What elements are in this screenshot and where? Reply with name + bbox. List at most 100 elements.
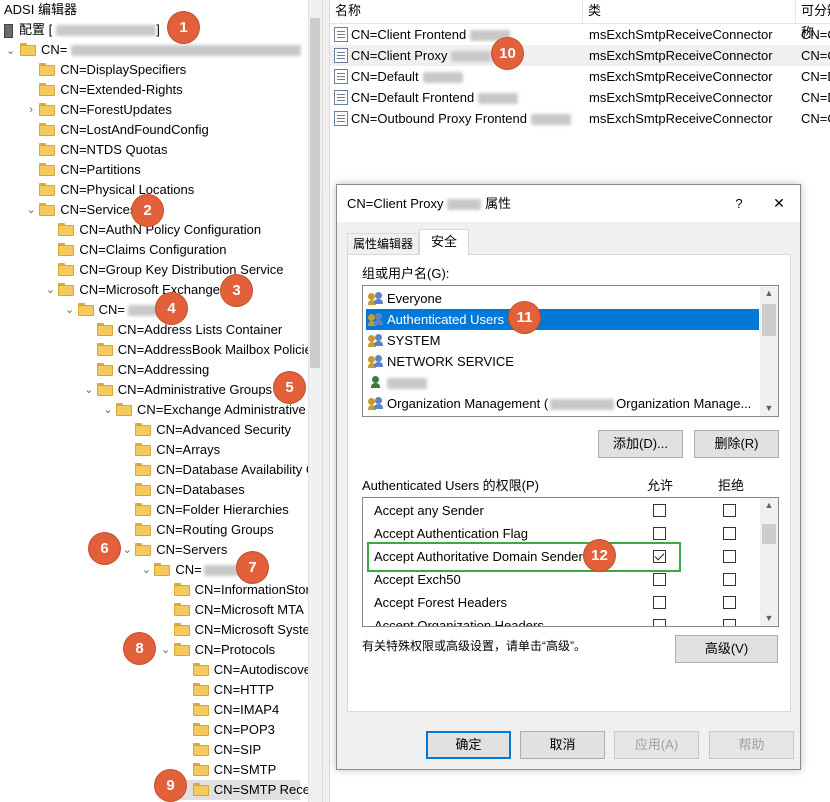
tree-label: CN=Address Lists Container: [117, 322, 283, 337]
tree-node-top[interactable]: ⌄ CN=: [6, 40, 302, 61]
tree-root-config[interactable]: 配置 []: [4, 20, 160, 40]
tree-label: CN=LostAndFoundConfig: [60, 122, 209, 137]
folder-icon: [192, 783, 209, 796]
users-listbox[interactable]: Everyone Authenticated Users SYSTEM NETWORK…: [362, 285, 779, 417]
user-list-item[interactable]: NETWORK SERVICE: [366, 351, 759, 372]
list-row[interactable]: CN=Client Proxy msExchSmtpReceiveConnecto…: [330, 45, 830, 66]
deny-checkbox[interactable]: [723, 573, 736, 586]
folder-icon: [39, 183, 56, 196]
scroll-down-icon[interactable]: ▼: [761, 613, 777, 623]
help-button[interactable]: 帮助: [709, 731, 794, 759]
perms-scrollbar[interactable]: [760, 498, 778, 626]
folder-icon: [39, 163, 56, 176]
advanced-button[interactable]: 高级(V): [675, 635, 778, 663]
group-icon: [368, 397, 384, 410]
tree-label: CN=Autodiscover: [213, 662, 316, 677]
folder-icon: [116, 403, 132, 416]
list-cell-class: msExchSmtpReceiveConnector: [589, 90, 773, 105]
users-scrollbar-thumb[interactable]: [762, 304, 776, 336]
chevron-down-icon[interactable]: ⌄: [6, 41, 18, 61]
tab-attribute-editor[interactable]: 属性编辑器: [347, 233, 419, 255]
list-cell-dn: CN=D: [801, 90, 830, 105]
chevron-down-icon[interactable]: ⌄: [25, 200, 37, 220]
column-header-class[interactable]: 类: [583, 0, 796, 24]
pane-splitter[interactable]: [322, 0, 330, 802]
scroll-up-icon[interactable]: ▲: [761, 288, 777, 298]
tree-label: CN=Group Key Distribution Service: [79, 262, 284, 277]
chevron-down-icon[interactable]: ⌄: [64, 300, 76, 320]
allow-checkbox[interactable]: [653, 527, 666, 540]
chevron-right-icon[interactable]: ›: [25, 100, 37, 120]
list-row[interactable]: CN=Outbound Proxy Frontend msExchSmtpRece…: [330, 108, 830, 129]
user-list-item[interactable]: Authenticated Users: [366, 309, 759, 330]
permission-row: Accept Organization Headers: [366, 614, 758, 627]
permission-name: Accept Forest Headers: [374, 595, 507, 610]
allow-checkbox[interactable]: [653, 619, 666, 626]
column-header-dn[interactable]: 可分辨名称: [796, 0, 830, 40]
list-cell-class: msExchSmtpReceiveConnector: [589, 111, 773, 126]
annotation-badge: 2: [132, 195, 163, 226]
folder-icon: [135, 423, 152, 436]
group-icon: [368, 355, 384, 368]
user-list-item[interactable]: [366, 372, 759, 393]
tree-pane: ADSI 编辑器 配置 [] ⌄ CN= CN=DisplaySpecifiers…: [0, 0, 322, 802]
list-row[interactable]: CN=Client Frontend msExchSmtpReceiveConne…: [330, 24, 830, 45]
permission-row: Accept any Sender: [366, 499, 758, 522]
cancel-button[interactable]: 取消: [520, 731, 605, 759]
help-icon[interactable]: ?: [731, 185, 747, 222]
add-button[interactable]: 添加(D)...: [598, 430, 683, 458]
deny-checkbox[interactable]: [723, 596, 736, 609]
chevron-down-icon[interactable]: ⌄: [102, 400, 114, 420]
scroll-down-icon[interactable]: ▼: [761, 403, 777, 413]
list-cell-name: CN=Default Frontend: [351, 87, 519, 108]
ok-button[interactable]: 确定: [426, 731, 511, 759]
scroll-up-icon[interactable]: ▲: [761, 500, 777, 510]
list-cell-dn: CN=O: [801, 111, 830, 126]
tree-label: CN=SIP: [213, 742, 262, 757]
redacted-text: [71, 45, 302, 57]
allow-checkbox[interactable]: [653, 596, 666, 609]
apply-button[interactable]: 应用(A): [614, 731, 699, 759]
chevron-down-icon[interactable]: ⌄: [44, 280, 56, 300]
chevron-down-icon[interactable]: ⌄: [160, 640, 172, 660]
close-icon[interactable]: ✕: [768, 185, 790, 222]
folder-icon: [58, 263, 75, 276]
folder-icon: [192, 663, 209, 676]
deny-checkbox[interactable]: [723, 527, 736, 540]
tree-scrollbar-thumb[interactable]: [310, 18, 320, 368]
folder-icon: [39, 103, 56, 116]
deny-checkbox[interactable]: [723, 550, 736, 563]
allow-checkbox[interactable]: [653, 504, 666, 517]
dialog-titlebar: CN=Client Proxy 属性 ? ✕: [337, 185, 800, 222]
folder-icon: [192, 763, 209, 776]
chevron-down-icon[interactable]: ⌄: [121, 540, 133, 560]
tree-node[interactable]: CN=SMTP Receive Connectors: [178, 780, 322, 800]
user-list-item[interactable]: Everyone: [366, 288, 759, 309]
folder-icon: [39, 203, 56, 216]
remove-button[interactable]: 删除(R): [694, 430, 779, 458]
permission-name: Accept Organization Headers: [374, 618, 544, 627]
allow-checkbox[interactable]: [653, 573, 666, 586]
tab-security[interactable]: 安全: [419, 229, 469, 255]
column-header-name[interactable]: 名称: [330, 0, 583, 24]
annotation-badge: 11: [509, 302, 540, 333]
tree-label: CN=Advanced Security: [156, 422, 291, 437]
annotation-badge: 9: [155, 770, 186, 801]
deny-checkbox[interactable]: [723, 504, 736, 517]
user-list-item[interactable]: SYSTEM: [366, 330, 759, 351]
annotation-badge: 4: [156, 293, 187, 324]
tree-root-bracket: [: [48, 22, 53, 37]
redacted-text: [550, 399, 615, 411]
tree-label: CN=Folder Hierarchies: [156, 502, 289, 517]
list-cell-dn: CN=C: [801, 48, 830, 63]
chevron-down-icon[interactable]: ⌄: [140, 560, 152, 580]
list-row[interactable]: CN=Default Frontend msExchSmtpReceiveConn…: [330, 87, 830, 108]
folder-icon: [135, 543, 152, 556]
deny-checkbox[interactable]: [723, 619, 736, 626]
folder-icon: [96, 383, 113, 396]
annotation-badge: 5: [274, 372, 305, 403]
perms-scrollbar-thumb[interactable]: [762, 524, 776, 544]
chevron-down-icon[interactable]: ⌄: [83, 380, 95, 400]
list-row[interactable]: CN=Default msExchSmtpReceiveConnector CN=D: [330, 66, 830, 87]
user-list-item[interactable]: Organization Management (Organization Ma…: [366, 393, 759, 414]
